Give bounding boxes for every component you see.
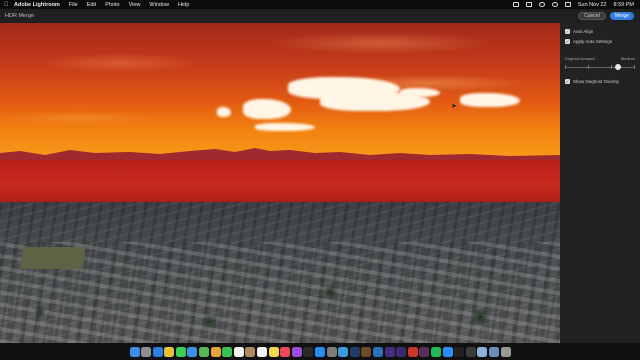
mail-icon[interactable] (187, 346, 198, 357)
hdr-preview-image[interactable]: ➤ (0, 23, 560, 343)
deghost-amount-header: Deghost Amount Medium (565, 56, 635, 61)
status-area: Sun Nov 22 8:59 PM (512, 2, 634, 8)
podcasts-icon[interactable] (291, 346, 302, 357)
menu-app-name[interactable]: Adobe Lightroom (14, 2, 60, 8)
reminders-icon[interactable] (257, 346, 268, 357)
show-deghost-overlay-row[interactable]: ✓ Show Deghost Overlay (565, 79, 635, 84)
slack-icon[interactable] (419, 346, 430, 357)
finder-icon[interactable] (129, 346, 140, 357)
menu-edit[interactable]: Edit (87, 2, 96, 8)
highlight-blowout (460, 93, 520, 107)
highlight-blowout (400, 88, 440, 97)
zoom-icon[interactable] (442, 346, 453, 357)
auto-align-checkbox[interactable]: ✓ (565, 29, 570, 34)
menu-file[interactable]: File (69, 2, 78, 8)
system-preferences-icon[interactable] (326, 346, 337, 357)
calendar-icon[interactable] (233, 346, 244, 357)
dialog-title: HDR Merge (5, 13, 35, 19)
green-field (20, 247, 86, 269)
battery-icon[interactable] (525, 2, 532, 7)
highlight-blowout (255, 123, 315, 131)
deghost-amount-value: Medium (620, 56, 635, 61)
apply-auto-settings-label: Apply Auto Settings (573, 39, 613, 44)
trash-icon[interactable] (500, 346, 511, 357)
apply-auto-settings-row[interactable]: ✓ Apply Auto Settings (565, 39, 635, 44)
slider-thumb[interactable] (614, 64, 621, 70)
menu-window[interactable]: Window (149, 2, 169, 8)
music-icon[interactable] (280, 346, 291, 357)
lightroom-icon[interactable] (338, 346, 349, 357)
preview-icon[interactable] (477, 346, 488, 357)
menu-photo[interactable]: Photo (105, 2, 119, 8)
facetime-icon[interactable] (222, 346, 233, 357)
auto-align-row[interactable]: ✓ Auto Align (565, 29, 635, 34)
activity-monitor-icon[interactable] (465, 346, 476, 357)
deghost-overlay (0, 160, 560, 202)
cancel-button[interactable]: Cancel (578, 12, 606, 20)
slider-tick (611, 65, 612, 69)
status-time[interactable]: 8:59 PM (614, 2, 634, 8)
merge-button[interactable]: Merge (609, 12, 634, 20)
tv-icon[interactable] (303, 346, 314, 357)
hdr-merge-header: HDR Merge Cancel Merge (0, 9, 640, 23)
app-menu: Adobe Lightroom File Edit Photo View Win… (14, 2, 189, 8)
chrome-icon[interactable] (164, 346, 175, 357)
show-deghost-overlay-label: Show Deghost Overlay (573, 79, 620, 84)
status-date[interactable]: Sun Nov 22 (578, 2, 607, 8)
slider-tick (565, 65, 566, 69)
slider-track (565, 66, 635, 68)
dock (0, 343, 640, 360)
premiere-icon[interactable] (384, 346, 395, 357)
trees (0, 202, 560, 343)
deghost-amount-slider[interactable] (565, 63, 635, 71)
highlight-blowout (243, 99, 291, 119)
bridge-icon[interactable] (361, 346, 372, 357)
menu-view[interactable]: View (129, 2, 141, 8)
spotify-icon[interactable] (430, 346, 441, 357)
wifi-icon[interactable] (538, 2, 545, 7)
menu-bar:  Adobe Lightroom File Edit Photo View W… (0, 0, 640, 9)
photoshop-icon[interactable] (372, 346, 383, 357)
photos-icon[interactable] (210, 346, 221, 357)
deghost-amount-label: Deghost Amount (565, 56, 595, 61)
launchpad-icon[interactable] (141, 346, 152, 357)
apply-auto-settings-checkbox[interactable]: ✓ (565, 39, 570, 44)
slider-tick (588, 65, 589, 69)
suburb-aerial (0, 202, 560, 343)
notes-icon[interactable] (268, 346, 279, 357)
terminal-icon[interactable] (454, 346, 465, 357)
cloud-texture (0, 23, 560, 158)
safari-icon[interactable] (152, 346, 163, 357)
slider-tick (634, 65, 635, 69)
control-center-icon[interactable] (564, 2, 571, 7)
apple-icon[interactable]:  (4, 2, 12, 8)
after-effects-icon[interactable] (396, 346, 407, 357)
menu-help[interactable]: Help (178, 2, 189, 8)
maps-icon[interactable] (199, 346, 210, 357)
lightroom-classic-icon[interactable] (349, 346, 360, 357)
auto-align-label: Auto Align (573, 29, 594, 34)
mouse-pointer-icon: ➤ (451, 103, 457, 110)
hdr-options-panel: ✓ Auto Align ✓ Apply Auto Settings Degho… (560, 23, 640, 343)
dropbox-icon[interactable] (512, 2, 519, 7)
highlight-blowout (217, 107, 231, 117)
dialog-buttons: Cancel Merge (578, 12, 634, 20)
show-deghost-overlay-checkbox[interactable]: ✓ (565, 79, 570, 84)
contacts-icon[interactable] (245, 346, 256, 357)
app-store-icon[interactable] (315, 346, 325, 357)
messages-icon[interactable] (175, 346, 186, 357)
acrobat-icon[interactable] (407, 346, 418, 357)
downloads-icon[interactable] (488, 346, 499, 357)
search-icon[interactable] (551, 2, 558, 7)
